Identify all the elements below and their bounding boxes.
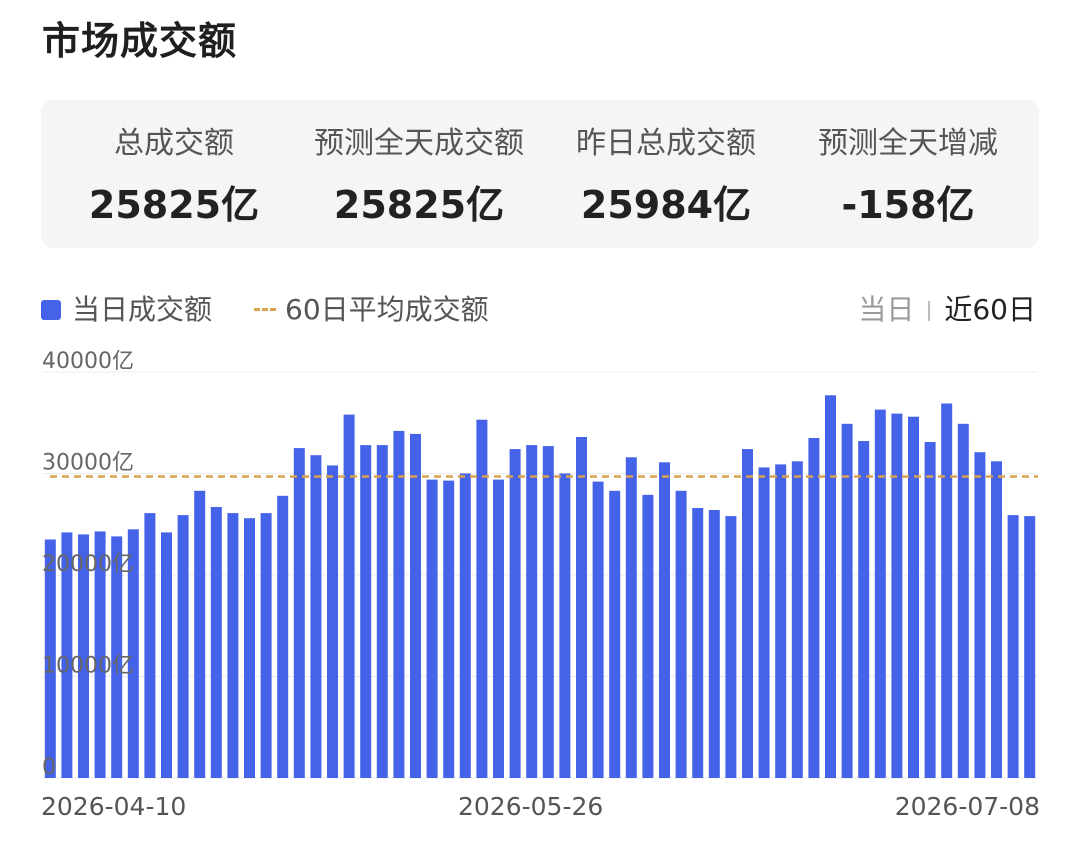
bar xyxy=(974,452,986,778)
bar xyxy=(210,507,222,778)
bar xyxy=(293,448,305,778)
bar xyxy=(858,441,870,778)
bar xyxy=(991,461,1002,778)
y-tick-label: 40000亿 xyxy=(42,350,134,374)
bar xyxy=(808,438,820,778)
bar xyxy=(576,437,587,778)
bar xyxy=(410,433,421,778)
bar xyxy=(227,513,239,778)
bar xyxy=(609,490,621,778)
bar xyxy=(675,490,687,778)
bar xyxy=(924,442,936,778)
legend-avg-swatch xyxy=(254,308,276,311)
bar xyxy=(459,473,471,778)
bar xyxy=(177,515,189,778)
bar xyxy=(625,457,637,778)
legend-bar-label: 当日成交额 xyxy=(72,293,213,326)
page-title: 市场成交额 xyxy=(42,19,238,63)
y-tick-label: 10000亿 xyxy=(42,654,134,679)
bar xyxy=(343,414,355,778)
bar xyxy=(327,465,338,778)
bar xyxy=(775,464,787,778)
bar xyxy=(493,479,504,778)
range-toggle: 当日 近60日 xyxy=(858,288,1036,328)
bar xyxy=(758,467,770,778)
stat-value: 25984亿 xyxy=(580,183,752,227)
stats-panel: 总成交额 25825亿 预测全天成交额 25825亿 昨日总成交额 25984亿… xyxy=(41,100,1039,248)
bar xyxy=(476,419,488,778)
y-tick-label: 0 xyxy=(42,755,56,780)
bar xyxy=(874,409,886,778)
bar xyxy=(161,532,172,778)
bar xyxy=(708,510,720,778)
x-label-mid: 2026-05-26 xyxy=(458,792,604,821)
bar xyxy=(908,416,919,778)
bar xyxy=(509,449,521,778)
bar xyxy=(194,490,206,778)
bar xyxy=(941,403,953,778)
bar xyxy=(277,495,289,778)
stat-label: 预测全天成交额 xyxy=(314,126,524,161)
bar xyxy=(144,513,156,778)
bar xyxy=(559,473,571,778)
bar xyxy=(791,461,803,778)
bar xyxy=(360,445,372,778)
toggle-today[interactable]: 当日 xyxy=(858,293,914,326)
bar xyxy=(376,445,388,778)
x-label-end: 2026-07-08 xyxy=(894,792,1040,821)
stat-label: 昨日总成交额 xyxy=(576,126,756,161)
stat-value: -158亿 xyxy=(841,183,975,227)
x-label-start: 2026-04-10 xyxy=(41,792,187,821)
legend-bar-swatch xyxy=(41,300,61,320)
bar xyxy=(426,479,438,778)
bar xyxy=(592,481,604,778)
y-tick-label: 30000亿 xyxy=(42,451,134,476)
bar xyxy=(393,430,405,778)
bar xyxy=(260,513,272,778)
bar xyxy=(642,494,654,778)
y-tick-label: 20000亿 xyxy=(42,552,134,577)
bar xyxy=(542,446,554,778)
bar xyxy=(1007,515,1019,778)
turnover-bar-chart: 0 10000亿 20000亿 30000亿 40000亿 xyxy=(42,350,1038,780)
toggle-divider xyxy=(928,301,931,321)
legend-avg-label: 60日平均成交额 xyxy=(285,293,489,326)
bar xyxy=(244,518,255,778)
bar xyxy=(825,395,836,778)
bar xyxy=(526,445,538,778)
stat-label: 预测全天增减 xyxy=(818,126,998,161)
bar xyxy=(1024,516,1036,778)
bar xyxy=(891,413,903,778)
bar xyxy=(725,516,737,778)
bar xyxy=(742,449,753,778)
toggle-last60[interactable]: 近60日 xyxy=(944,293,1036,326)
bar xyxy=(659,462,670,778)
bar xyxy=(310,455,322,778)
stat-value: 25825亿 xyxy=(88,183,260,227)
stat-label: 总成交额 xyxy=(114,126,234,161)
bar xyxy=(692,508,704,778)
stat-value: 25825亿 xyxy=(333,183,505,227)
bar xyxy=(443,480,455,778)
